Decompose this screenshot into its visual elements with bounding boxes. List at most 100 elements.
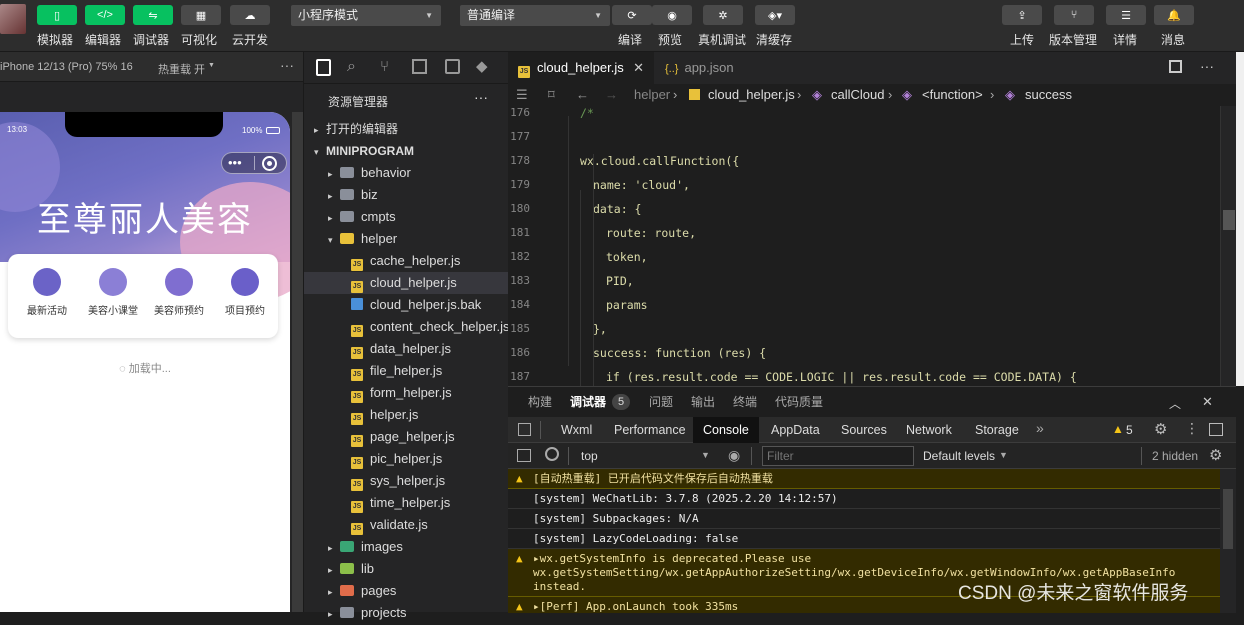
- tree-item[interactable]: ▸ projects: [304, 602, 509, 624]
- devtools-tab-console[interactable]: Console: [693, 417, 759, 443]
- sidebar-toggle-icon[interactable]: [517, 449, 531, 462]
- chevron-up-icon[interactable]: ︿: [1169, 395, 1181, 412]
- compile-select[interactable]: 普通编译 ▼: [460, 5, 610, 26]
- more-dots-icon[interactable]: •••: [228, 154, 242, 172]
- bug-button[interactable]: ✲: [703, 5, 743, 25]
- close-icon[interactable]: ✕: [1202, 394, 1213, 410]
- tree-item[interactable]: JS data_helper.js: [304, 338, 509, 360]
- code-area[interactable]: 176 /* 177 178 wx.cloud.callFunction({179 nam…: [508, 106, 1220, 386]
- tree-item[interactable]: ▸ images: [304, 536, 509, 558]
- tree-item[interactable]: JS helper.js: [304, 404, 509, 426]
- breadcrumb-item[interactable]: helper: [634, 84, 670, 106]
- list-icon[interactable]: ☰: [516, 84, 528, 106]
- eye-icon[interactable]: ◉: [728, 447, 740, 464]
- tree-item[interactable]: JS form_helper.js: [304, 382, 509, 404]
- tab-app-json[interactable]: {..} app.json: [655, 52, 773, 84]
- tab-problems[interactable]: 问题: [649, 387, 673, 417]
- more-icon[interactable]: ···: [1200, 58, 1214, 74]
- back-arrow-icon[interactable]: ←: [576, 84, 589, 106]
- tree-item[interactable]: ▾ helper: [304, 228, 509, 250]
- close-icon[interactable]: ✕: [633, 52, 644, 84]
- inspect-icon[interactable]: [518, 423, 531, 436]
- breadcrumb-item[interactable]: <function>: [922, 84, 983, 106]
- dock-icon[interactable]: [1209, 423, 1223, 436]
- layers-button[interactable]: ◈▾: [755, 5, 795, 25]
- files-icon[interactable]: [316, 59, 331, 76]
- outline-icon[interactable]: [445, 59, 460, 74]
- tree-item[interactable]: JS validate.js: [304, 514, 509, 536]
- devtools-tab-appdata[interactable]: AppData: [771, 417, 820, 443]
- tree-item[interactable]: JS file_helper.js: [304, 360, 509, 382]
- bell-button[interactable]: 🔔: [1154, 5, 1194, 25]
- split-editor-icon[interactable]: [1169, 60, 1182, 73]
- layout-button[interactable]: ▦: [181, 5, 221, 25]
- breadcrumb-item[interactable]: callCloud: [831, 84, 884, 106]
- devtools-tab-wxml[interactable]: Wxml: [561, 417, 592, 443]
- breadcrumb-item[interactable]: success: [1025, 84, 1072, 106]
- hot-reload-toggle[interactable]: 热重载 开: [158, 61, 205, 77]
- tree-item[interactable]: cloud_helper.js.bak: [304, 294, 509, 316]
- tab-output[interactable]: 输出: [691, 387, 715, 417]
- more-icon[interactable]: ···: [280, 57, 294, 73]
- refresh-button[interactable]: ⟳: [612, 5, 652, 25]
- more-icon[interactable]: ···: [474, 89, 488, 105]
- tree-item[interactable]: JS pic_helper.js: [304, 448, 509, 470]
- search-icon[interactable]: ⌕: [347, 58, 356, 76]
- menu-button[interactable]: ☰: [1106, 5, 1146, 25]
- menu-item[interactable]: 最新活动: [16, 268, 78, 317]
- open-editors-section[interactable]: ▸ 打开的编辑器: [304, 118, 509, 140]
- clear-console-icon[interactable]: [545, 447, 559, 461]
- tree-item[interactable]: ▸ biz: [304, 184, 509, 206]
- tab-code-quality[interactable]: 代码质量: [775, 387, 823, 417]
- editor-scrollbar[interactable]: [1220, 106, 1236, 386]
- gear-icon[interactable]: ⚙: [1209, 446, 1222, 464]
- log-levels-select[interactable]: Default levels: [923, 449, 995, 463]
- mode-select[interactable]: 小程序模式 ▼: [291, 5, 441, 26]
- docker-icon[interactable]: ◆: [476, 57, 488, 75]
- tab-build[interactable]: 构建: [528, 387, 552, 417]
- eye-button[interactable]: ◉: [652, 5, 692, 25]
- tab-terminal[interactable]: 终端: [733, 387, 757, 417]
- context-select[interactable]: top: [581, 449, 598, 463]
- tree-item[interactable]: JS page_helper.js: [304, 426, 509, 448]
- devtools-tab-network[interactable]: Network: [906, 417, 952, 443]
- tree-item[interactable]: JS content_check_helper.js: [304, 316, 509, 338]
- code-button[interactable]: </>: [85, 5, 125, 25]
- cloud-button[interactable]: ☁: [230, 5, 270, 25]
- tree-item[interactable]: JS time_helper.js: [304, 492, 509, 514]
- debug-button[interactable]: ⇋: [133, 5, 173, 25]
- more-icon[interactable]: ⋮: [1185, 420, 1199, 437]
- console-scrollbar[interactable]: [1220, 469, 1236, 613]
- menu-item[interactable]: 美容小课堂: [82, 268, 144, 317]
- tree-item[interactable]: ▸ lib: [304, 558, 509, 580]
- root-folder[interactable]: ▾ MINIPROGRAM: [304, 140, 509, 162]
- tree-item[interactable]: ▸ cmpts: [304, 206, 509, 228]
- menu-item[interactable]: 美容师预约: [148, 268, 210, 317]
- tree-item[interactable]: ▸ behavior: [304, 162, 509, 184]
- breadcrumb-item[interactable]: cloud_helper.js: [708, 84, 795, 106]
- extensions-icon[interactable]: [412, 59, 427, 74]
- capsule-menu[interactable]: •••: [221, 152, 287, 174]
- phone-button[interactable]: ▯: [37, 5, 77, 25]
- tree-item[interactable]: ▸ pages: [304, 580, 509, 602]
- branch-button[interactable]: ⑂: [1054, 5, 1094, 25]
- tree-item[interactable]: JS cache_helper.js: [304, 250, 509, 272]
- close-capsule-icon[interactable]: [262, 156, 277, 171]
- tree-item[interactable]: JS sys_helper.js: [304, 470, 509, 492]
- tree-item[interactable]: JS cloud_helper.js: [304, 272, 509, 294]
- bookmark-icon[interactable]: ⌑: [548, 84, 555, 106]
- device-select[interactable]: iPhone 12/13 (Pro) 75% 16: [0, 61, 133, 73]
- upload-button[interactable]: ⇪: [1002, 5, 1042, 25]
- more-tabs-icon[interactable]: »: [1036, 420, 1044, 436]
- devtools-tab-sources[interactable]: Sources: [841, 417, 887, 443]
- devtools-tab-performance[interactable]: Performance: [614, 417, 686, 443]
- source-control-icon[interactable]: ⑂: [380, 58, 389, 75]
- avatar[interactable]: [0, 4, 26, 34]
- forward-arrow-icon[interactable]: →: [605, 84, 618, 106]
- simulator-scrollbar[interactable]: [292, 112, 303, 612]
- devtools-tab-storage[interactable]: Storage: [975, 417, 1019, 443]
- tab-debugger[interactable]: 调试器: [570, 387, 606, 417]
- menu-item[interactable]: 项目预约: [214, 268, 276, 317]
- tab-cloud-helper[interactable]: JS cloud_helper.js ✕: [508, 52, 654, 84]
- filter-input[interactable]: [762, 446, 914, 466]
